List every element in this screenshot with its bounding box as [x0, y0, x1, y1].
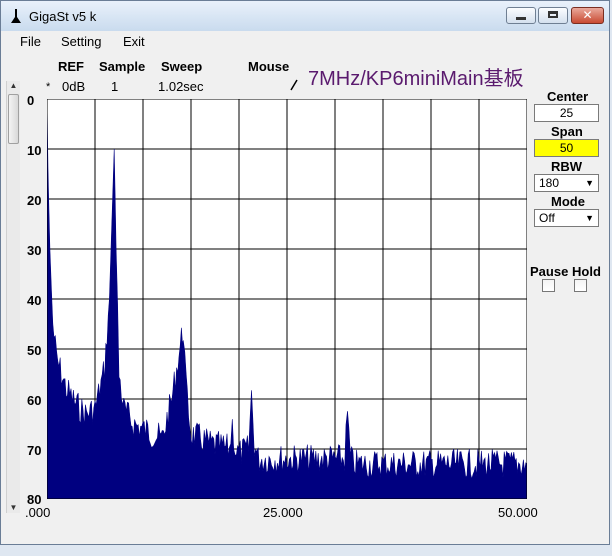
- app-window: GigaSt v5 k ✕ File Setting Exit ▲ ▼ REF …: [0, 0, 610, 545]
- menu-bar: File Setting Exit: [1, 31, 609, 53]
- span-value: 50: [559, 141, 574, 155]
- close-icon: ✕: [582, 8, 593, 22]
- sweep-label: Sweep: [161, 59, 203, 74]
- menu-file[interactable]: File: [20, 34, 41, 49]
- hold-label: Hold: [572, 264, 601, 279]
- center-value: 25: [559, 106, 574, 120]
- app-icon: [11, 9, 21, 23]
- y-tick-label: 70: [27, 443, 42, 458]
- scroll-up-icon[interactable]: ▲: [8, 81, 19, 91]
- mode-select[interactable]: Off ▼: [534, 209, 599, 227]
- maximize-icon: [548, 11, 558, 18]
- menu-exit[interactable]: Exit: [123, 34, 145, 49]
- mode-value: Off: [539, 211, 555, 225]
- pause-checkbox[interactable]: [542, 279, 555, 292]
- vertical-scrollbar[interactable]: ▲ ▼: [6, 81, 20, 513]
- sample-label: Sample: [99, 59, 146, 74]
- close-button[interactable]: ✕: [571, 7, 604, 24]
- x-tick-label: 25.000: [263, 505, 303, 520]
- chevron-down-icon: ▼: [585, 178, 594, 188]
- span-field[interactable]: 50: [534, 139, 599, 157]
- hold-checkbox[interactable]: [574, 279, 587, 292]
- scroll-thumb[interactable]: [8, 94, 19, 144]
- x-tick-label: .000: [25, 505, 51, 520]
- ref-value: 0dB: [62, 79, 86, 94]
- mouse-label: Mouse: [248, 59, 290, 74]
- maximize-button[interactable]: [538, 7, 568, 24]
- center-field[interactable]: 25: [534, 104, 599, 122]
- y-tick-label: 0: [27, 93, 35, 108]
- x-tick-label: 50.000: [498, 505, 538, 520]
- rbw-value: 180: [539, 176, 560, 190]
- spectrum-plot[interactable]: [47, 99, 527, 499]
- chevron-down-icon: ▼: [585, 213, 594, 223]
- y-tick-label: 30: [27, 243, 42, 258]
- minimize-button[interactable]: [506, 7, 536, 24]
- y-tick-label: 40: [27, 293, 42, 308]
- menu-setting[interactable]: Setting: [61, 34, 101, 49]
- marker-asterisk: *: [46, 81, 51, 93]
- sample-value: 1: [111, 79, 119, 94]
- mode-label: Mode: [551, 194, 585, 209]
- window-title: GigaSt v5 k: [29, 9, 97, 24]
- taskbar-strip: [0, 545, 612, 556]
- pause-label: Pause: [530, 264, 569, 279]
- title-bar[interactable]: GigaSt v5 k ✕: [1, 1, 609, 32]
- mouse-cursor-icon: [290, 79, 298, 91]
- plot-title: 7MHz/KP6miniMain基板: [308, 68, 524, 90]
- y-tick-label: 20: [27, 193, 42, 208]
- span-label: Span: [551, 124, 583, 139]
- scroll-down-icon[interactable]: ▼: [8, 503, 19, 513]
- y-tick-label: 50: [27, 343, 42, 358]
- sweep-value: 1.02sec: [158, 79, 204, 94]
- ref-label: REF: [58, 59, 84, 74]
- y-tick-label: 60: [27, 393, 42, 408]
- center-label: Center: [547, 89, 589, 104]
- minimize-icon: [516, 17, 526, 20]
- rbw-select[interactable]: 180 ▼: [534, 174, 599, 192]
- rbw-label: RBW: [551, 159, 583, 174]
- y-tick-label: 10: [27, 143, 42, 158]
